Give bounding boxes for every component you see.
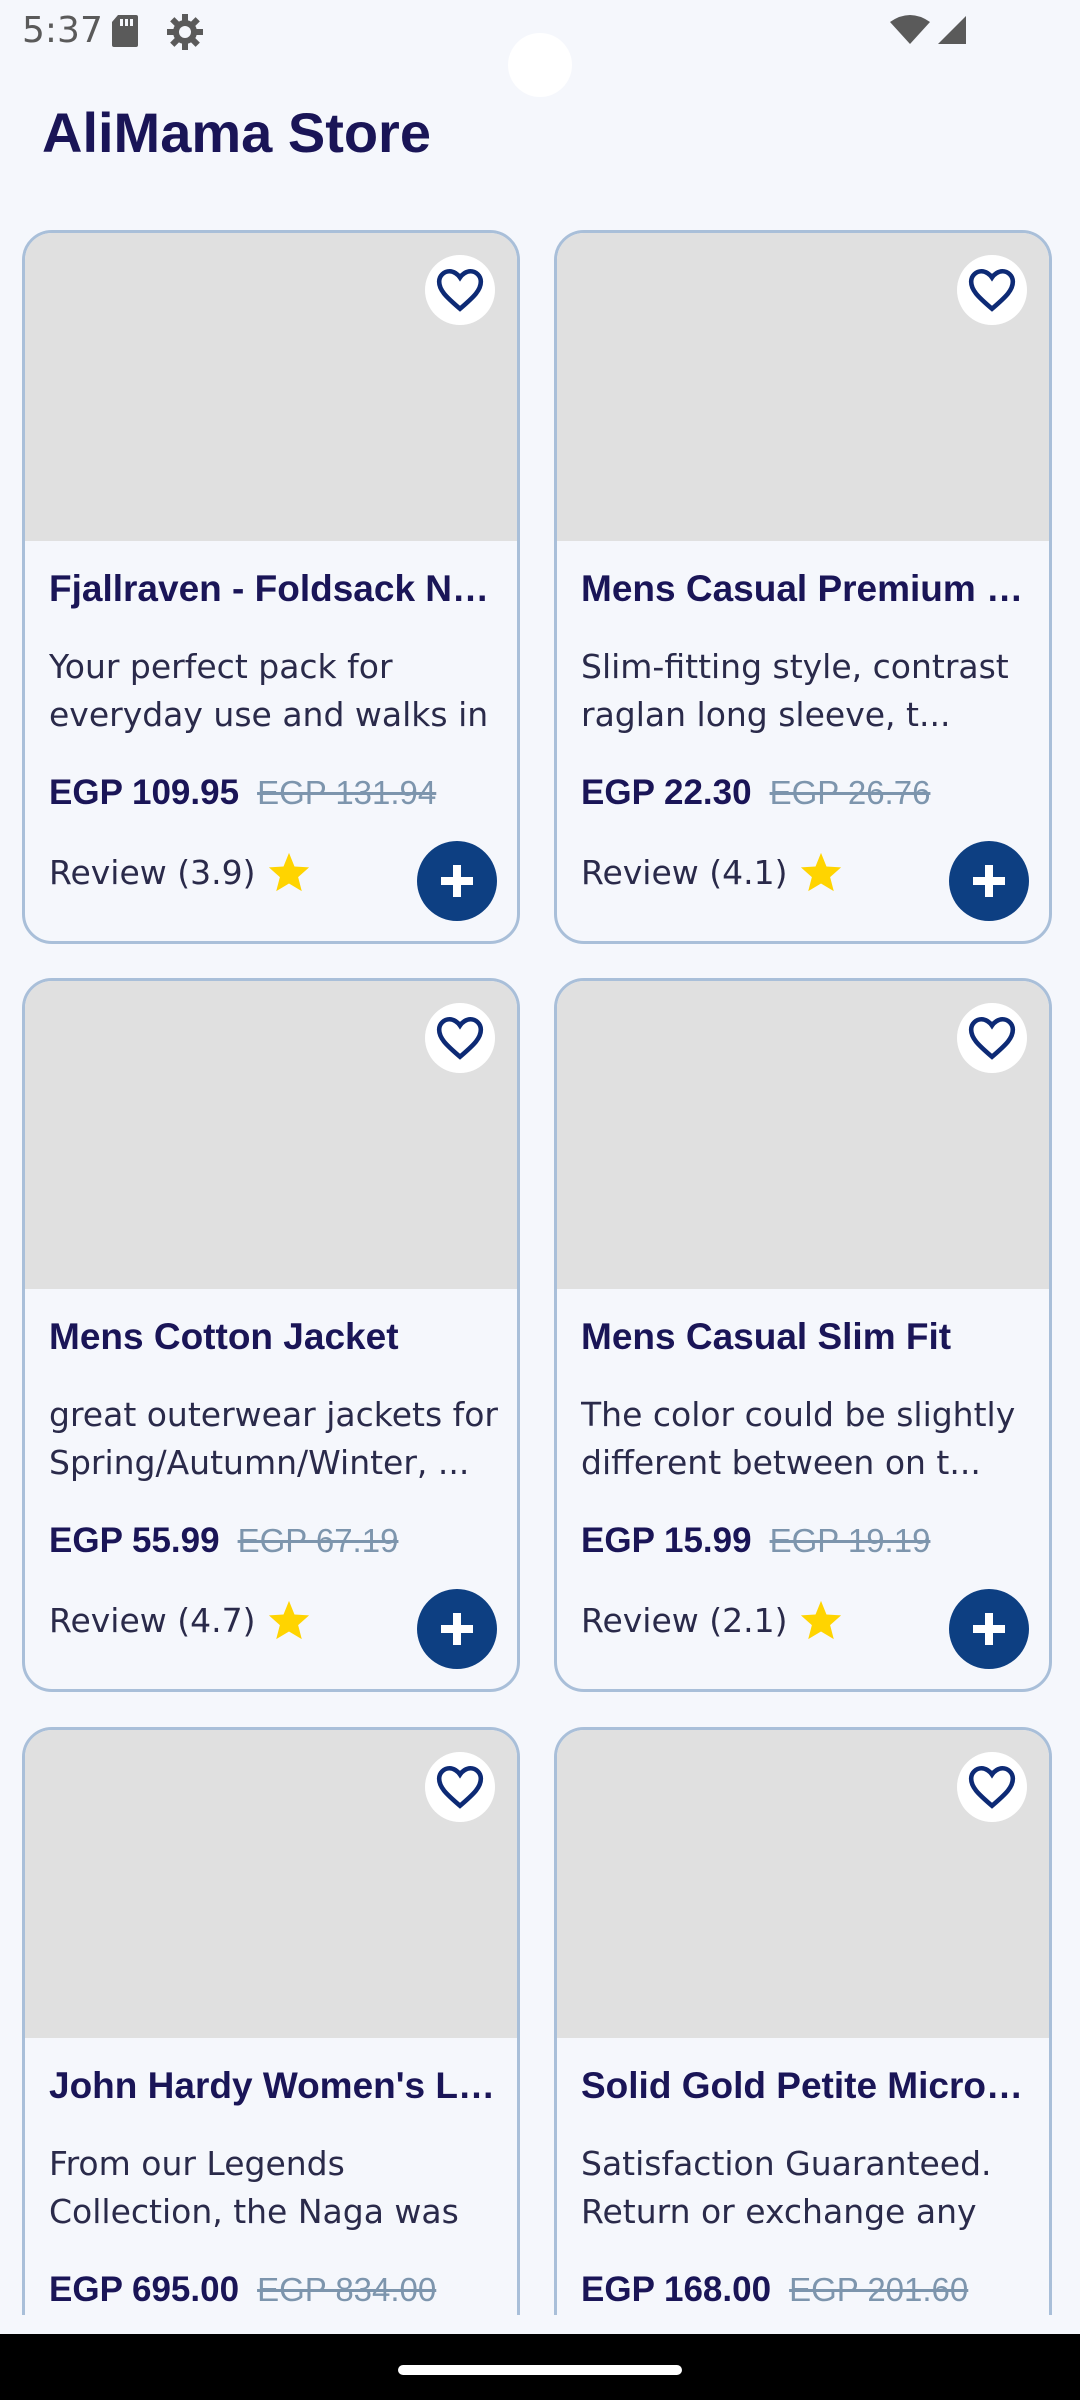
plus-icon: [973, 865, 1005, 897]
product-description: great outerwear jackets for Spring/Autum…: [49, 1395, 498, 1482]
product-description: Your perfect pack for everyday use and w…: [49, 647, 489, 734]
wifi-icon: [890, 14, 930, 51]
status-time: 5:37: [22, 10, 103, 51]
review-row: Review (4.7): [49, 1599, 311, 1641]
product-old-price: EGP 834.00: [257, 2271, 437, 2308]
home-gesture-handle[interactable]: [398, 2365, 682, 2375]
product-card[interactable]: Mens Casual Premium Slim Fit T-Shirts Sl…: [554, 230, 1052, 944]
add-to-cart-button[interactable]: [417, 841, 497, 921]
product-name: Fjallraven - Foldsack No. 1 Backpack: [49, 568, 499, 609]
price-row: EGP 22.30 EGP 26.76: [581, 773, 1049, 813]
plus-icon: [441, 865, 473, 897]
price-row: EGP 168.00 EGP 201.60: [581, 2270, 1049, 2310]
product-card[interactable]: Solid Gold Petite Micropave Satisfaction…: [554, 1727, 1052, 2315]
add-to-cart-button[interactable]: [949, 1589, 1029, 1669]
heart-outline-icon: [968, 1016, 1016, 1060]
heart-outline-icon: [436, 1016, 484, 1060]
product-old-price: EGP 201.60: [789, 2271, 969, 2308]
review-text: Review (4.7): [49, 1600, 256, 1640]
product-old-price: EGP 67.19: [237, 1522, 399, 1559]
review-row: Review (3.9): [49, 851, 311, 893]
star-icon: [801, 1600, 842, 1640]
signal-icon: [936, 14, 968, 51]
product-card[interactable]: Fjallraven - Foldsack No. 1 Backpack You…: [22, 230, 520, 944]
product-grid[interactable]: Fjallraven - Foldsack No. 1 Backpack You…: [0, 230, 1080, 2315]
favorite-button[interactable]: [957, 1003, 1027, 1073]
product-name: Mens Cotton Jacket: [49, 1316, 399, 1357]
add-to-cart-button[interactable]: [417, 1589, 497, 1669]
favorite-button[interactable]: [957, 255, 1027, 325]
product-price: EGP 109.95: [49, 773, 240, 812]
product-price: EGP 55.99: [49, 1521, 220, 1560]
product-price: EGP 168.00: [581, 2270, 772, 2309]
heart-outline-icon: [968, 1765, 1016, 1809]
review-text: Review (4.1): [581, 852, 788, 892]
product-card[interactable]: Mens Cotton Jacket great outerwear jacke…: [22, 978, 520, 1692]
camera-cutout: [508, 33, 572, 97]
product-price: EGP 22.30: [581, 773, 752, 812]
price-row: EGP 15.99 EGP 19.19: [581, 1521, 1049, 1561]
product-description: Satisfaction Guaranteed. Return or excha…: [581, 2144, 992, 2231]
star-icon: [801, 852, 842, 892]
product-description: The color could be slightly different be…: [581, 1395, 1016, 1482]
star-icon: [269, 1600, 310, 1640]
review-text: Review (2.1): [581, 1600, 788, 1640]
plus-icon: [973, 1613, 1005, 1645]
review-row: Review (2.1): [581, 1599, 843, 1641]
product-description: Slim-fitting style, contrast raglan long…: [581, 647, 1009, 734]
favorite-button[interactable]: [957, 1752, 1027, 1822]
star-icon: [269, 852, 310, 892]
product-price: EGP 695.00: [49, 2270, 240, 2309]
product-name: Solid Gold Petite Micropave: [581, 2065, 1031, 2106]
product-name: Mens Casual Premium Slim Fit T-Shirts: [581, 568, 1031, 609]
product-card[interactable]: Mens Casual Slim Fit The color could be …: [554, 978, 1052, 1692]
add-to-cart-button[interactable]: [949, 841, 1029, 921]
heart-outline-icon: [436, 1765, 484, 1809]
product-old-price: EGP 19.19: [769, 1522, 931, 1559]
plus-icon: [441, 1613, 473, 1645]
product-old-price: EGP 131.94: [257, 774, 437, 811]
favorite-button[interactable]: [425, 1752, 495, 1822]
price-row: EGP 109.95 EGP 131.94: [49, 773, 517, 813]
product-description: From our Legends Collection, the Naga wa…: [49, 2144, 459, 2231]
app-title: AliMama Store: [42, 101, 431, 164]
heart-outline-icon: [436, 268, 484, 312]
product-name: John Hardy Women's Legends Naga: [49, 2065, 499, 2106]
settings-gear-icon: [165, 12, 205, 57]
review-text: Review (3.9): [49, 852, 256, 892]
price-row: EGP 695.00 EGP 834.00: [49, 2270, 517, 2310]
product-name: Mens Casual Slim Fit: [581, 1316, 952, 1357]
product-price: EGP 15.99: [581, 1521, 752, 1560]
review-row: Review (4.1): [581, 851, 843, 893]
price-row: EGP 55.99 EGP 67.19: [49, 1521, 517, 1561]
favorite-button[interactable]: [425, 1003, 495, 1073]
sd-card-icon: [110, 12, 140, 55]
favorite-button[interactable]: [425, 255, 495, 325]
product-card[interactable]: John Hardy Women's Legends Naga From our…: [22, 1727, 520, 2315]
product-old-price: EGP 26.76: [769, 774, 931, 811]
heart-outline-icon: [968, 268, 1016, 312]
